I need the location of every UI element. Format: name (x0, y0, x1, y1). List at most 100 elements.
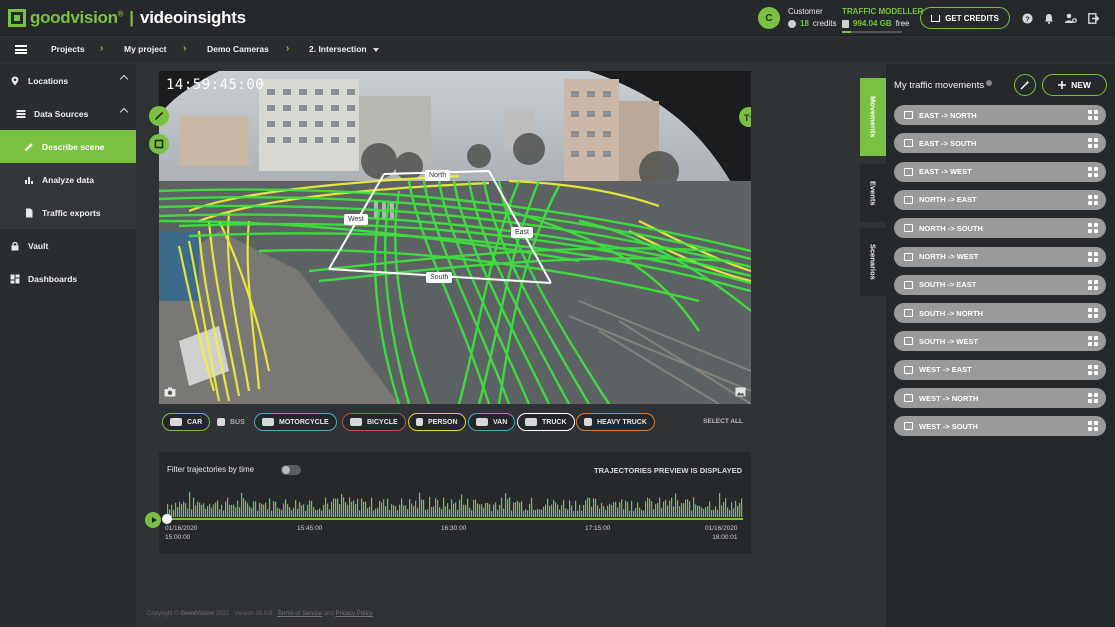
histogram-bar (561, 505, 563, 517)
magic-wand-icon[interactable] (1014, 74, 1036, 96)
histogram-bar (697, 505, 699, 517)
user-settings-icon[interactable] (1064, 11, 1078, 25)
breadcrumb-projects[interactable]: Projects (51, 44, 85, 54)
movement-item[interactable]: EAST -> WEST (894, 161, 1106, 182)
histogram-bar (277, 507, 279, 517)
histogram-bar (683, 503, 685, 517)
get-credits-button[interactable]: GET CREDITS (920, 7, 1010, 29)
movement-menu-icon[interactable] (1088, 194, 1098, 205)
tab-events[interactable]: Events (860, 164, 886, 222)
movement-menu-icon[interactable] (1088, 251, 1098, 262)
movement-menu-icon[interactable] (1088, 279, 1098, 290)
zone-label-east[interactable]: East (511, 227, 534, 238)
bell-icon[interactable] (1042, 11, 1056, 25)
tab-movements[interactable]: Movements (860, 78, 886, 156)
breadcrumb-intersection[interactable]: 2. Intersection (309, 44, 379, 54)
movement-menu-icon[interactable] (1088, 336, 1098, 347)
histogram-bar (181, 504, 183, 517)
histogram-bar (185, 503, 187, 517)
histogram-bar (633, 510, 635, 517)
histogram-bar (435, 498, 437, 517)
motorcycle-icon (262, 418, 274, 426)
histogram-bar (613, 502, 615, 517)
class-chip-motorcycle[interactable]: MOTORCYCLE (254, 413, 337, 431)
histogram-bar (301, 505, 303, 517)
new-movement-button[interactable]: NEW (1042, 74, 1107, 96)
class-chip-label: PERSON (428, 418, 458, 426)
histogram-bar (377, 507, 379, 517)
histogram-bar (195, 505, 197, 517)
histogram-bar (515, 502, 517, 517)
breadcrumb-my-project[interactable]: My project (124, 44, 167, 54)
movement-menu-icon[interactable] (1088, 166, 1098, 177)
class-chip-heavy-truck[interactable]: HEAVY TRUCK (576, 413, 655, 431)
sidebar-item-describe-scene[interactable]: Describe scene (0, 130, 136, 163)
histogram-bar (223, 510, 225, 517)
histogram-bar (607, 505, 609, 517)
histogram-bar (605, 509, 607, 517)
movement-item[interactable]: NORTH -> SOUTH (894, 218, 1106, 239)
scene-video[interactable]: 14:59:45:00 North West East South Tт (159, 71, 751, 404)
class-chip-van[interactable]: VAN (468, 413, 516, 431)
logout-icon[interactable] (1086, 11, 1100, 25)
movement-item[interactable]: SOUTH -> WEST (894, 331, 1106, 352)
movement-item[interactable]: SOUTH -> EAST (894, 274, 1106, 295)
sidebar-item-vault[interactable]: Vault (0, 229, 136, 262)
filter-by-time-toggle[interactable] (281, 465, 301, 475)
breadcrumb-demo-cameras[interactable]: Demo Cameras (207, 44, 269, 54)
movement-menu-icon[interactable] (1088, 223, 1098, 234)
movement-menu-icon[interactable] (1088, 421, 1098, 432)
class-chip-person[interactable]: PERSON (408, 413, 466, 431)
movement-label: SOUTH -> NORTH (919, 308, 983, 318)
movement-menu-icon[interactable] (1088, 364, 1098, 375)
histogram-bar (325, 497, 327, 517)
movement-menu-icon[interactable] (1088, 110, 1098, 120)
movement-menu-icon[interactable] (1088, 308, 1098, 319)
credits-value: 18 (800, 19, 809, 28)
histogram-bar (205, 508, 207, 517)
class-chip-car[interactable]: CAR (162, 413, 211, 431)
movement-item[interactable]: NORTH -> EAST (894, 189, 1106, 210)
zone-label-west[interactable]: West (344, 214, 368, 225)
class-chip-bicycle[interactable]: BICYCLE (342, 413, 406, 431)
select-all-link[interactable]: SELECT ALL (703, 418, 743, 425)
question-icon[interactable]: ? (1020, 11, 1034, 25)
sidebar-item-data-sources[interactable]: Data Sources (0, 97, 136, 130)
app-logo[interactable]: goodvision® | videoinsights (8, 7, 246, 29)
movement-item[interactable]: NORTH -> WEST (894, 246, 1106, 267)
tab-scenarios[interactable]: Scenarios (860, 228, 886, 296)
histogram-bar (387, 498, 389, 517)
sidebar-item-analyze-data[interactable]: Analyze data (0, 163, 136, 196)
sidebar-item-dashboards[interactable]: Dashboards (0, 262, 136, 295)
polygon-tool-icon[interactable] (149, 134, 169, 154)
movement-item[interactable]: WEST -> SOUTH (894, 416, 1106, 437)
movement-item[interactable]: WEST -> NORTH (894, 388, 1106, 408)
image-icon[interactable] (735, 387, 746, 397)
movement-menu-icon[interactable] (1088, 138, 1098, 149)
avatar[interactable]: C (758, 7, 780, 29)
histogram-bar (573, 510, 575, 517)
info-icon[interactable] (986, 80, 993, 86)
movement-item[interactable]: WEST -> EAST (894, 359, 1106, 380)
camera-icon[interactable] (164, 387, 176, 397)
menu-icon[interactable] (15, 45, 27, 54)
timeline-handle[interactable] (162, 514, 172, 524)
line-tool-icon[interactable] (149, 106, 169, 126)
movement-item[interactable]: EAST -> SOUTH (894, 133, 1106, 154)
movement-item[interactable]: SOUTH -> NORTH (894, 303, 1106, 324)
class-chip-bus[interactable]: BUS (209, 413, 253, 431)
privacy-link[interactable]: Privacy Policy (335, 611, 372, 617)
movement-menu-icon[interactable] (1088, 393, 1098, 403)
class-chip-truck[interactable]: TRUCK (517, 413, 575, 431)
histogram-bar (661, 507, 663, 517)
movement-item[interactable]: EAST -> NORTH (894, 105, 1106, 125)
terms-link[interactable]: Terms of Service (277, 611, 322, 617)
histogram-bar (253, 501, 255, 517)
play-icon[interactable] (145, 512, 161, 528)
histogram-bar (413, 506, 415, 517)
zone-label-north[interactable]: North (425, 170, 451, 181)
sidebar-item-locations[interactable]: Locations (0, 64, 136, 97)
timeline-track[interactable] (167, 518, 743, 520)
sidebar-item-traffic-exports[interactable]: Traffic exports (0, 196, 136, 229)
zone-label-south[interactable]: South (426, 272, 453, 283)
